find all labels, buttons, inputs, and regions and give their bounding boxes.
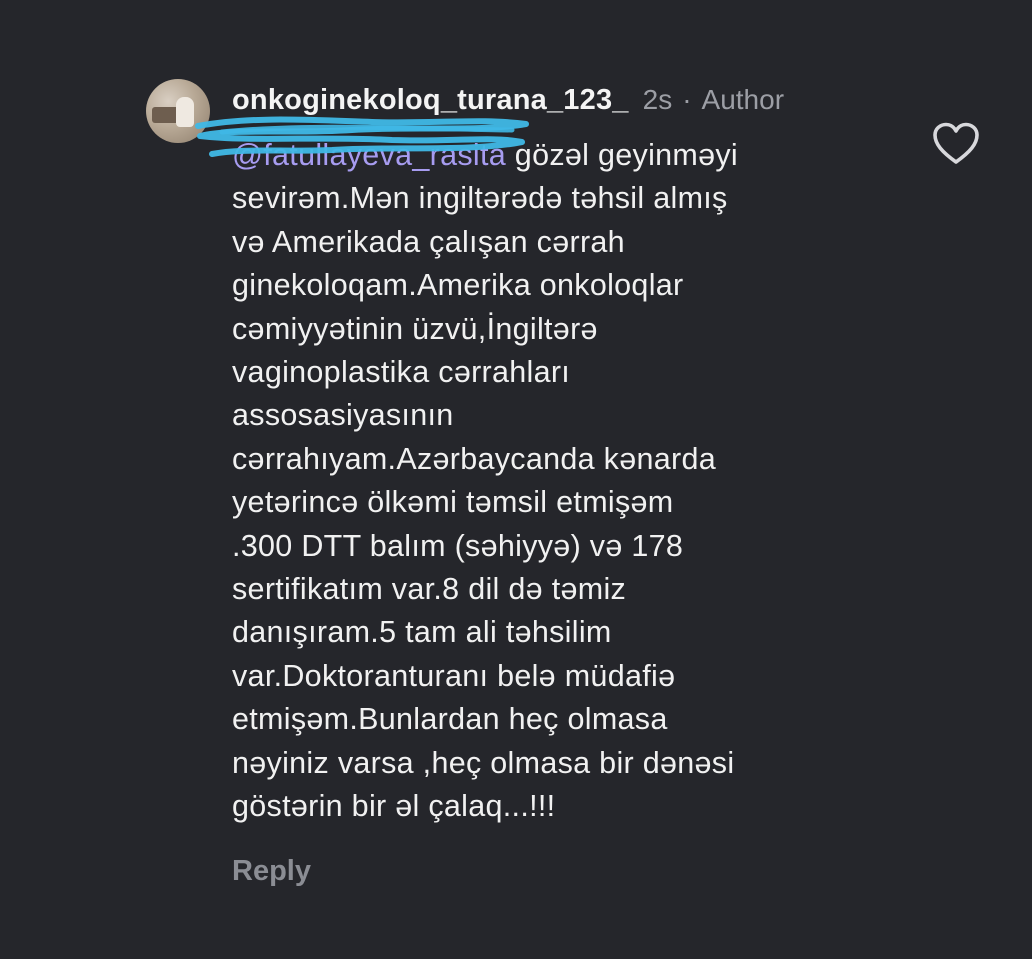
comment-line: var.Doktoranturanı belə müdafiə [232,658,676,693]
comment-line: danışıram.5 tam ali təhsilim [232,615,612,650]
comment-body: @fatullayeva_rasita gözəl geyinməyi sevi… [232,134,892,829]
author-badge: Author [701,84,785,115]
meta-separator: · [682,84,692,115]
comment-item: onkoginekoloq_turana_123_ 2s · Author @f… [0,0,1032,959]
comment-line: göstərin bir əl çalaq...!!! [232,789,556,824]
heart-outline-icon[interactable] [932,122,980,166]
reply-button[interactable]: Reply [232,855,311,888]
comment-line: nəyiniz varsa ,heç olmasa bir dənəsi [232,745,735,780]
comment-line: cəmiyyətinin üzvü,İngiltərə [232,311,598,346]
redaction-scribble [192,112,532,162]
comment-line: .300 DTT balım (səhiyyə) və 178 [232,528,684,563]
comment-line: sertifikatım var.8 dil də təmiz [232,572,627,607]
comment-line: və Amerikada çalışan cərrah [232,224,625,259]
comment-line-text: gözəl geyinməyi [506,138,739,172]
comment-line: vaginoplastika cərrahları [232,355,571,390]
comment-line: etmişəm.Bunlardan heç olmasa [232,702,668,737]
comment-line: yetərincə ölkəmi təmsil etmişəm [232,485,674,520]
comment-timestamp: 2s [642,84,673,115]
comment-line: cərrahıyam.Azərbaycanda kənarda [232,441,717,476]
comment-line: sevirəm.Mən ingiltərədə təhsil almış [232,181,728,216]
comment-line: ginekoloqam.Amerika onkoloqlar [232,268,684,303]
comment-line: assosasiyasının [232,398,454,433]
